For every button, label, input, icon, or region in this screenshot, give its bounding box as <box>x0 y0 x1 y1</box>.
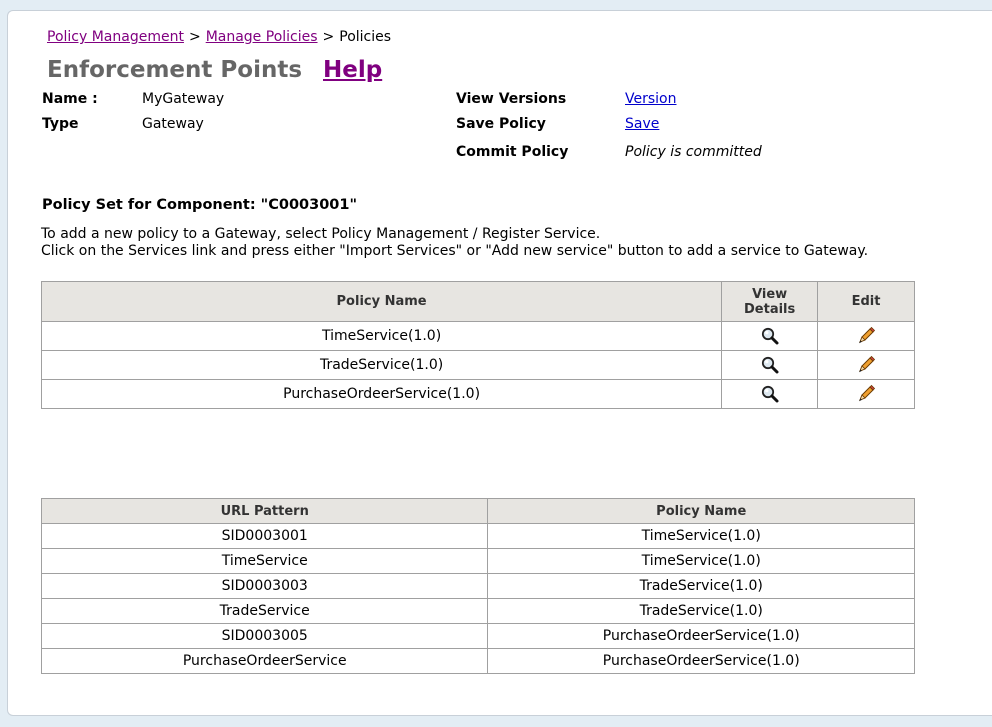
save-link[interactable]: Save <box>625 116 659 132</box>
url-pattern-cell: TradeService <box>40 598 489 624</box>
policy-name-cell: PurchaseOrdeerService(1.0) <box>487 648 915 674</box>
policy-name-cell: TimeService(1.0) <box>487 523 915 549</box>
breadcrumb-separator: > <box>322 29 335 45</box>
table-row: SID0003003 TradeService(1.0) <box>40 573 915 599</box>
url-pattern-cell: SID0003005 <box>40 623 489 649</box>
help-link[interactable]: Help <box>323 57 382 83</box>
policy-name-cell: PurchaseOrdeerService(1.0) <box>40 379 723 409</box>
pencil-icon[interactable] <box>856 355 876 375</box>
table-row: PurchaseOrdeerService(1.0) <box>40 379 915 409</box>
url-pattern-cell: SID0003003 <box>40 573 489 599</box>
table-row: SID0003005 PurchaseOrdeerService(1.0) <box>40 623 915 649</box>
view-details-cell <box>721 350 819 380</box>
column-header-view-details: View Details <box>721 281 819 322</box>
column-header-url-pattern: URL Pattern <box>40 498 489 524</box>
commit-policy-label: Commit Policy <box>456 144 569 160</box>
edit-cell <box>817 321 915 351</box>
url-pattern-cell: TimeService <box>40 548 489 574</box>
table-row: TimeService TimeService(1.0) <box>40 548 915 574</box>
commit-status: Policy is committed <box>625 144 762 160</box>
pencil-icon[interactable] <box>856 326 876 346</box>
save-policy-label: Save Policy <box>456 116 546 132</box>
policy-set-title: Policy Set for Component: "C0003001" <box>42 197 358 213</box>
url-pattern-cell: PurchaseOrdeerService <box>40 648 489 674</box>
instruction-line-2: Click on the Services link and press eit… <box>41 243 869 259</box>
breadcrumb: Policy Management > Manage Policies > Polici… <box>47 29 391 45</box>
table-row: PurchaseOrdeerService PurchaseOrdeerServ… <box>40 648 915 674</box>
table-row: TimeService(1.0) <box>40 321 915 351</box>
view-versions-label: View Versions <box>456 91 567 107</box>
page-title: Enforcement Points <box>47 57 303 83</box>
policy-name-cell: TimeService(1.0) <box>487 548 915 574</box>
breadcrumb-separator: > <box>188 29 201 45</box>
policy-name-cell: TimeService(1.0) <box>40 321 723 351</box>
url-pattern-table: URL Pattern Policy Name SID0003001 TimeS… <box>40 498 915 674</box>
policy-table: Policy Name View Details Edit TimeService… <box>40 281 915 409</box>
column-header-edit: Edit <box>817 281 915 322</box>
edit-cell <box>817 379 915 409</box>
magnifier-icon[interactable] <box>760 326 780 346</box>
view-details-line-1: View <box>752 286 788 302</box>
breadcrumb-manage-policies[interactable]: Manage Policies <box>206 29 318 45</box>
policy-table-header: Policy Name View Details Edit <box>40 281 915 322</box>
version-link[interactable]: Version <box>625 91 676 107</box>
policy-name-cell: PurchaseOrdeerService(1.0) <box>487 623 915 649</box>
magnifier-icon[interactable] <box>760 355 780 375</box>
pencil-icon[interactable] <box>856 384 876 404</box>
name-value: MyGateway <box>142 91 225 107</box>
breadcrumb-current: Policies <box>339 29 392 45</box>
table-row: TradeService(1.0) <box>40 350 915 380</box>
url-pattern-cell: SID0003001 <box>40 523 489 549</box>
column-header-policy-name: Policy Name <box>40 281 723 322</box>
magnifier-icon[interactable] <box>760 384 780 404</box>
instructions: To add a new policy to a Gateway, select… <box>41 226 868 260</box>
breadcrumb-policy-management[interactable]: Policy Management <box>47 29 184 45</box>
view-details-line-2: Details <box>744 301 796 317</box>
policy-name-cell: TradeService(1.0) <box>487 573 915 599</box>
policy-name-cell: TradeService(1.0) <box>40 350 723 380</box>
policy-name-cell: TradeService(1.0) <box>487 598 915 624</box>
type-value: Gateway <box>142 116 204 132</box>
column-header-policy-name: Policy Name <box>487 498 915 524</box>
table-row: TradeService TradeService(1.0) <box>40 598 915 624</box>
url-table-header: URL Pattern Policy Name <box>40 498 915 524</box>
type-label: Type <box>42 116 79 132</box>
edit-cell <box>817 350 915 380</box>
view-details-cell <box>721 379 819 409</box>
table-row: SID0003001 TimeService(1.0) <box>40 523 915 549</box>
view-details-cell <box>721 321 819 351</box>
instruction-line-1: To add a new policy to a Gateway, select… <box>41 226 601 242</box>
name-label: Name : <box>42 91 98 107</box>
